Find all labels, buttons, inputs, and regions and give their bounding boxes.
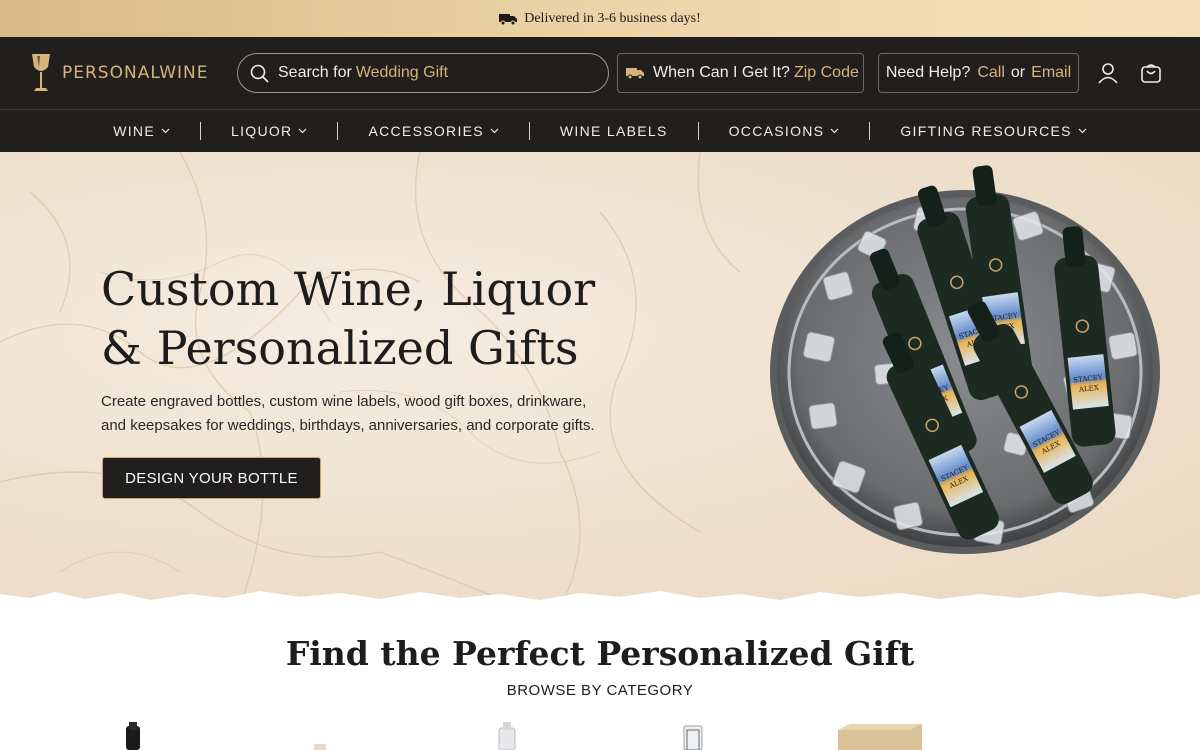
nav-label: GIFTING RESOURCES xyxy=(900,123,1072,139)
search-prefix: Search for xyxy=(278,64,352,81)
wine-glass-logo-icon xyxy=(32,54,50,91)
liquor-bottle-thumbnail[interactable] xyxy=(492,722,522,750)
user-icon xyxy=(1098,63,1118,84)
email-link[interactable]: Email xyxy=(1031,64,1071,82)
glass-bottle-thumbnail[interactable] xyxy=(678,722,708,750)
nav-label: WINE LABELS xyxy=(559,123,668,139)
chevron-down-icon xyxy=(830,128,839,134)
help-prefix: Need Help? xyxy=(885,64,971,81)
site-header: PERSONALWINE Search for Wedding Gift Whe… xyxy=(0,37,1200,109)
help-or: or xyxy=(1010,64,1026,81)
nav-label: LIQUOR xyxy=(230,123,293,139)
account-button[interactable] xyxy=(1096,61,1120,85)
nav-item-accessories[interactable]: ACCESSORIES xyxy=(368,123,499,139)
call-link[interactable]: Call xyxy=(977,64,1005,82)
search-input[interactable]: Search for Wedding Gift xyxy=(237,53,609,93)
nav-divider xyxy=(337,122,339,140)
nav-divider xyxy=(528,122,530,140)
zip-code-link[interactable]: Zip Code xyxy=(794,64,859,82)
nav-label: ACCESSORIES xyxy=(368,123,484,139)
nav-divider xyxy=(869,122,871,140)
hero-banner: Custom Wine, Liquor & Personalized Gifts… xyxy=(0,152,1200,607)
logo-wordmark: PERSONALWINE xyxy=(62,63,209,83)
nav-divider xyxy=(199,122,201,140)
delivery-truck-icon xyxy=(499,13,518,25)
chevron-down-icon xyxy=(161,128,170,134)
main-nav: WINE LIQUOR ACCESSORIES WINE LABELS OCCA… xyxy=(0,109,1200,152)
design-your-bottle-button[interactable]: DESIGN YOUR BOTTLE xyxy=(102,457,321,499)
announcement-text: Delivered in 3-6 business days! xyxy=(524,10,701,26)
nav-item-wine[interactable]: WINE xyxy=(113,123,170,139)
delivery-truck-icon xyxy=(626,68,644,79)
nav-item-liquor[interactable]: LIQUOR xyxy=(231,123,307,139)
ice-bucket-image: STACEY ALEX STACEY ALEX STACEY ALEX xyxy=(770,165,1160,554)
nav-label: WINE xyxy=(113,123,155,139)
nav-label: OCCASIONS xyxy=(728,123,825,139)
announcement-bar: Delivered in 3-6 business days! xyxy=(0,0,1200,37)
hero-subtitle: Create engraved bottles, custom wine lab… xyxy=(101,390,621,438)
cart-button[interactable] xyxy=(1139,61,1163,85)
torn-paper-edge xyxy=(0,591,1200,622)
shopping-bag-icon xyxy=(1141,64,1161,83)
nav-item-gifting-resources[interactable]: GIFTING RESOURCES xyxy=(900,123,1087,139)
nav-item-wine-labels[interactable]: WINE LABELS xyxy=(560,123,668,139)
hero-title-line1: Custom Wine, Liquor xyxy=(101,262,596,316)
hero-subtitle-line2: and keepsakes for weddings, birthdays, a… xyxy=(101,417,595,434)
chevron-down-icon xyxy=(1078,128,1087,134)
hero-title-line2: & Personalized Gifts xyxy=(101,321,579,375)
search-icon xyxy=(250,64,269,82)
gift-item-thumbnail[interactable] xyxy=(310,722,330,750)
wine-bottle-thumbnail[interactable] xyxy=(118,722,148,750)
chevron-down-icon xyxy=(299,128,307,134)
site-logo[interactable]: PERSONALWINE xyxy=(30,53,209,93)
chevron-down-icon xyxy=(490,128,499,134)
search-suggestion: Wedding Gift xyxy=(355,64,449,81)
nav-item-occasions[interactable]: OCCASIONS xyxy=(729,123,840,139)
category-section-subtitle: BROWSE BY CATEGORY xyxy=(506,682,694,699)
hero-subtitle-line1: Create engraved bottles, custom wine lab… xyxy=(101,393,587,410)
wood-gift-box-thumbnail[interactable] xyxy=(838,722,922,750)
help-box: Need Help? Call or Email xyxy=(878,53,1079,93)
nav-divider xyxy=(697,122,699,140)
hero-title: Custom Wine, Liquor & Personalized Gifts xyxy=(101,260,661,378)
zip-prefix: When Can I Get It? xyxy=(653,64,790,81)
category-section-title: Find the Perfect Personalized Gift xyxy=(285,634,915,673)
delivery-estimate-button[interactable]: When Can I Get It? Zip Code xyxy=(617,53,864,93)
